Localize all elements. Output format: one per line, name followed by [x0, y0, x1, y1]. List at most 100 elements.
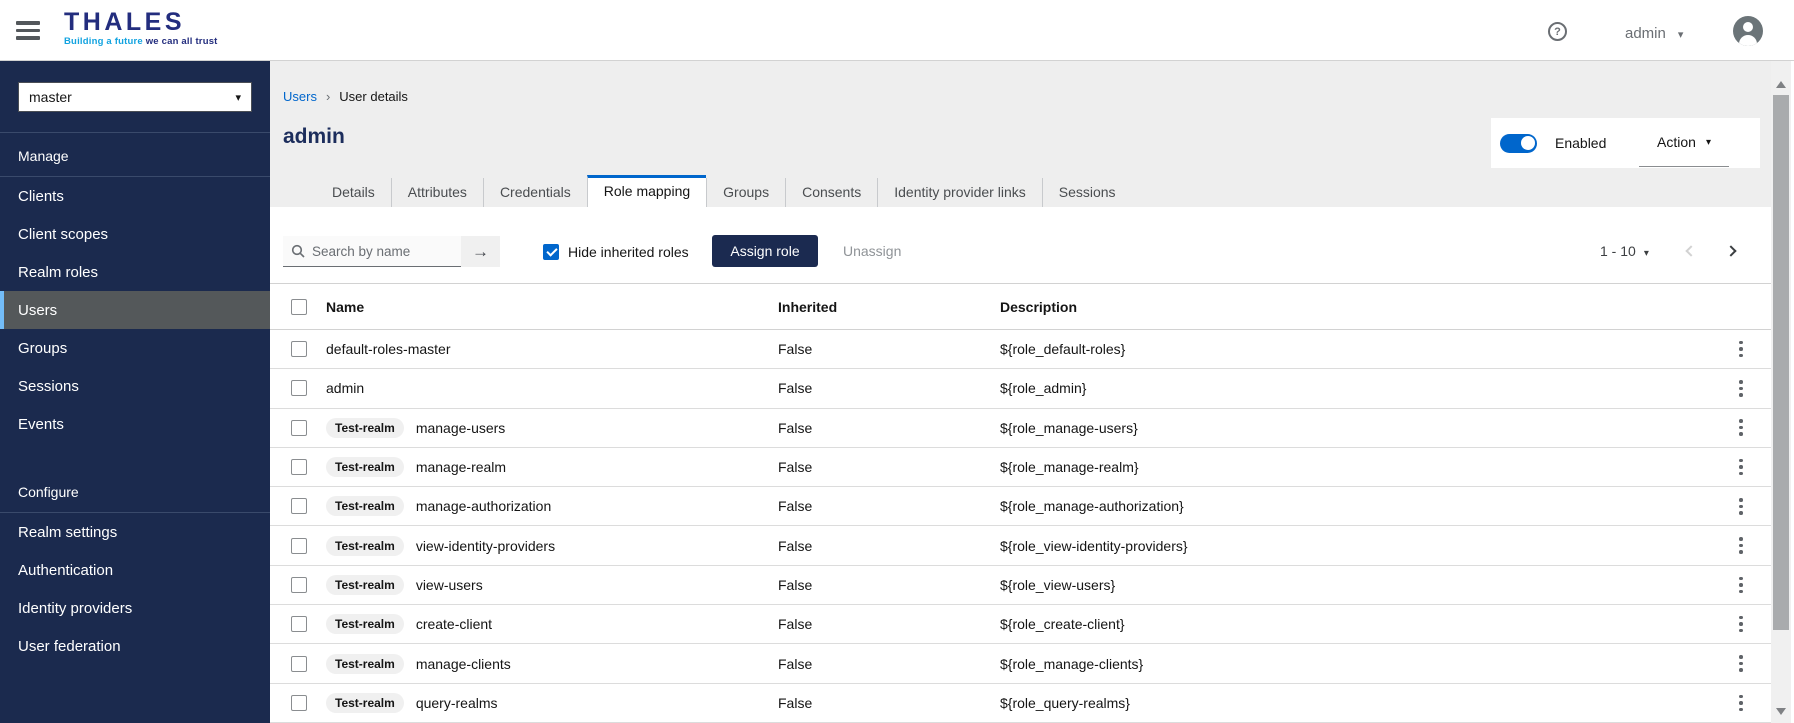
- pagination-range-dropdown[interactable]: 1 - 10 ▾: [1600, 243, 1649, 259]
- row-checkbox[interactable]: [291, 341, 307, 358]
- realm-badge: Test-realm: [326, 496, 404, 517]
- scroll-up-arrow-icon[interactable]: [1776, 81, 1786, 88]
- sidebar-item-clients[interactable]: Clients: [0, 177, 270, 215]
- realm-badge: Test-realm: [326, 457, 404, 478]
- table-row: Test-realm view-identity-providers False ${…: [270, 526, 1771, 566]
- hide-inherited-label[interactable]: Hide inherited roles: [568, 244, 689, 260]
- row-checkbox[interactable]: [291, 694, 307, 711]
- pagination-range-label: 1 - 10: [1600, 243, 1636, 259]
- kebab-menu-icon[interactable]: [1733, 572, 1749, 598]
- tab-credentials[interactable]: Credentials: [482, 178, 587, 207]
- sidebar-item-authentication[interactable]: Authentication: [0, 551, 270, 589]
- row-checkbox[interactable]: [291, 537, 307, 554]
- sidebar-item-identity-providers[interactable]: Identity providers: [0, 589, 270, 627]
- sidebar-item-realm-roles[interactable]: Realm roles: [0, 253, 270, 291]
- kebab-menu-icon[interactable]: [1733, 533, 1749, 559]
- hide-inherited-checkbox[interactable]: [543, 243, 559, 260]
- breadcrumb-link-users[interactable]: Users: [283, 89, 317, 104]
- sidebar-item-realm-settings[interactable]: Realm settings: [0, 513, 270, 551]
- tab-consents[interactable]: Consents: [785, 178, 877, 207]
- help-icon[interactable]: ?: [1548, 22, 1567, 41]
- prev-page-button[interactable]: [1685, 242, 1697, 260]
- scrollbar-thumb[interactable]: [1773, 95, 1789, 630]
- row-checkbox[interactable]: [291, 576, 307, 593]
- enabled-toggle[interactable]: [1500, 133, 1537, 153]
- column-header-inherited: Inherited: [778, 298, 838, 315]
- realm-badge: Test-realm: [326, 653, 404, 674]
- sidebar-item-sessions[interactable]: Sessions: [0, 367, 270, 405]
- role-description: ${role_view-users}: [1000, 576, 1116, 593]
- avatar[interactable]: [1733, 16, 1763, 46]
- tab-bar: Details Attributes Credentials Role mapping…: [316, 175, 1132, 207]
- kebab-menu-icon[interactable]: [1733, 651, 1749, 677]
- sidebar-item-groups[interactable]: Groups: [0, 329, 270, 367]
- row-checkbox[interactable]: [291, 459, 307, 476]
- main-content: Users › User details admin Enabled Actio…: [270, 61, 1771, 723]
- realm-selector[interactable]: master ▾: [18, 82, 252, 112]
- sidebar-section-configure: Configure: [0, 469, 270, 513]
- breadcrumb: Users › User details: [283, 89, 408, 104]
- row-checkbox[interactable]: [291, 419, 307, 436]
- kebab-menu-icon[interactable]: [1733, 611, 1749, 637]
- role-name: create-client: [415, 616, 493, 633]
- app-window: THALES Building a future we can all trus…: [0, 0, 1794, 723]
- table-body: default-roles-master False ${role_default-…: [270, 330, 1771, 723]
- sidebar-item-events[interactable]: Events: [0, 405, 270, 443]
- select-all-checkbox[interactable]: [291, 298, 307, 315]
- inherited-value: False: [778, 459, 813, 476]
- kebab-menu-icon[interactable]: [1733, 415, 1749, 441]
- tab-sessions[interactable]: Sessions: [1041, 178, 1132, 207]
- tab-identity-provider-links[interactable]: Identity provider links: [877, 178, 1042, 207]
- chevron-down-icon: ▾: [235, 91, 241, 104]
- sidebar-item-users[interactable]: Users: [0, 291, 270, 329]
- roles-table: Name Inherited Description default-roles…: [270, 283, 1771, 723]
- scroll-down-arrow-icon[interactable]: [1776, 708, 1786, 715]
- assign-role-button[interactable]: Assign role: [712, 235, 818, 267]
- inherited-value: False: [778, 537, 813, 554]
- next-page-button[interactable]: [1725, 242, 1737, 260]
- tab-role-mapping[interactable]: Role mapping: [586, 175, 707, 207]
- table-row: admin False ${role_admin}: [270, 369, 1771, 409]
- tab-groups[interactable]: Groups: [706, 178, 785, 207]
- search-submit-button[interactable]: →: [461, 236, 500, 267]
- realm-badge: Test-realm: [326, 417, 404, 438]
- row-checkbox[interactable]: [291, 655, 307, 672]
- sidebar-item-user-federation[interactable]: User federation: [0, 627, 270, 665]
- table-row: Test-realm manage-realm False ${role_manage…: [270, 448, 1771, 488]
- row-checkbox[interactable]: [291, 380, 307, 397]
- row-checkbox[interactable]: [291, 498, 307, 515]
- kebab-menu-icon[interactable]: [1733, 690, 1749, 716]
- tab-attributes[interactable]: Attributes: [390, 178, 483, 207]
- table-row: Test-realm manage-clients False ${role_mana…: [270, 644, 1771, 684]
- inherited-value: False: [778, 655, 813, 672]
- unassign-button[interactable]: Unassign: [843, 235, 901, 267]
- kebab-menu-icon[interactable]: [1733, 376, 1749, 402]
- tab-details[interactable]: Details: [316, 178, 391, 207]
- role-name: admin: [326, 380, 365, 397]
- realm-badge: Test-realm: [326, 535, 404, 556]
- chevron-left-icon: [1685, 245, 1697, 257]
- action-dropdown-label: Action: [1657, 134, 1696, 150]
- column-header-name: Name: [326, 298, 365, 315]
- kebab-menu-icon[interactable]: [1733, 454, 1749, 480]
- chevron-right-icon: [1725, 245, 1737, 257]
- sidebar-item-client-scopes[interactable]: Client scopes: [0, 215, 270, 253]
- kebab-menu-icon[interactable]: [1733, 336, 1749, 362]
- action-dropdown[interactable]: Action ▾: [1639, 118, 1729, 167]
- enabled-toggle-label: Enabled: [1555, 135, 1607, 151]
- search-input[interactable]: [312, 243, 442, 259]
- role-description: ${role_create-client}: [1000, 616, 1125, 633]
- search-icon: [291, 244, 305, 258]
- user-menu[interactable]: admin ▾: [1625, 25, 1683, 42]
- kebab-menu-icon[interactable]: [1733, 494, 1749, 520]
- hamburger-menu-icon[interactable]: [16, 21, 42, 40]
- user-menu-label: admin: [1625, 25, 1666, 42]
- chevron-down-icon: ▾: [1643, 248, 1649, 259]
- brand-tagline: Building a future we can all trust: [64, 36, 218, 47]
- row-checkbox[interactable]: [291, 616, 307, 633]
- role-description: ${role_view-identity-providers}: [1000, 537, 1188, 554]
- inherited-value: False: [778, 694, 813, 711]
- role-name: view-users: [415, 576, 483, 593]
- vertical-scrollbar[interactable]: [1771, 61, 1791, 723]
- chevron-down-icon: ▾: [1677, 29, 1684, 41]
